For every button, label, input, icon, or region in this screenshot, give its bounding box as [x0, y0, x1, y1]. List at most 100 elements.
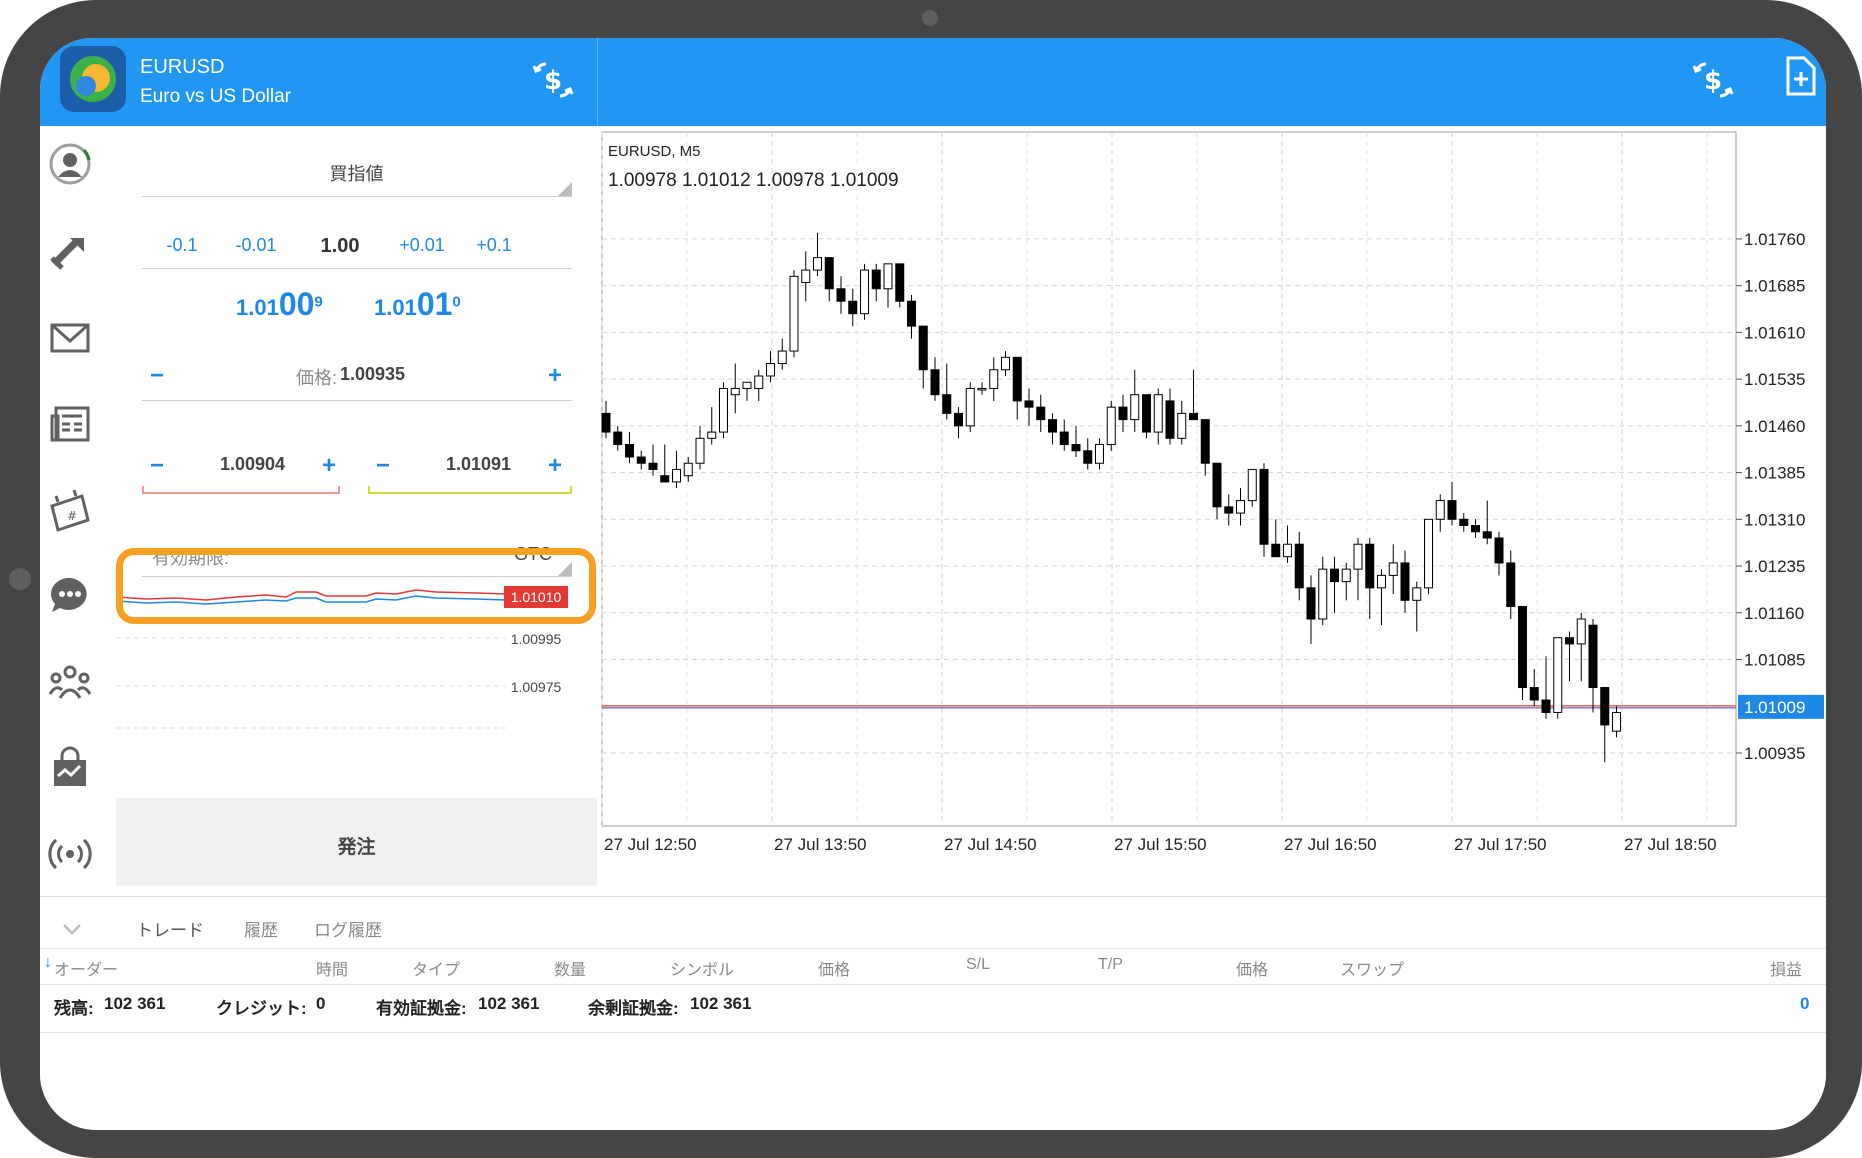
candle: [942, 394, 952, 414]
mail-icon[interactable]: [48, 316, 92, 360]
tab-log-history[interactable]: ログ履歴: [314, 916, 382, 941]
candle: [836, 288, 846, 302]
x-tick-label: 27 Jul 13:50: [774, 835, 867, 854]
candle: [1471, 525, 1480, 533]
candle: [1142, 394, 1151, 433]
tab-history[interactable]: 履歴: [244, 916, 278, 941]
candle: [1271, 543, 1281, 558]
candle: [1118, 406, 1128, 421]
candle: [695, 437, 705, 464]
candle: [1212, 462, 1222, 508]
tab-trade[interactable]: トレード: [136, 916, 204, 941]
order-type-select[interactable]: 買指値: [116, 160, 597, 186]
candle: [1412, 587, 1422, 601]
col-type[interactable]: タイプ: [412, 956, 460, 980]
y-tick-label: 1.01235: [1744, 557, 1805, 576]
sort-arrow-icon: ↓: [44, 954, 52, 971]
candle: [625, 444, 634, 458]
candle: [1612, 711, 1621, 732]
col-symbol[interactable]: シンボル: [670, 956, 734, 980]
candle: [965, 387, 975, 427]
calendar-icon[interactable]: #: [48, 488, 92, 532]
dollar-swap-icon[interactable]: $: [530, 60, 576, 100]
col-tp[interactable]: T/P: [1098, 956, 1123, 974]
candle: [1259, 468, 1269, 545]
y-tick-label: 1.01610: [1744, 323, 1805, 342]
candle: [1153, 394, 1163, 433]
candle: [1459, 518, 1469, 527]
candle: [989, 369, 999, 389]
col-sl[interactable]: S/L: [966, 956, 990, 974]
candle: [766, 363, 775, 377]
expiry-highlight: [116, 548, 596, 624]
candle: [1024, 400, 1034, 408]
col-time[interactable]: 時間: [316, 956, 348, 980]
x-tick-label: 27 Jul 14:50: [944, 835, 1037, 854]
volume-value[interactable]: 1.00: [321, 235, 360, 258]
candle: [1400, 562, 1410, 601]
candle: [1353, 543, 1363, 570]
free-margin-value: 102 361: [690, 994, 752, 1013]
sl-value[interactable]: 1.00904: [220, 454, 285, 475]
bid-prefix: 1.01: [236, 295, 279, 320]
credit-value: 0: [316, 994, 326, 1013]
candle: [1095, 444, 1104, 464]
candle: [1388, 562, 1398, 576]
terminal-panel: トレード 履歴 ログ履歴 オーダー 時間 タイプ 数量 シンボル 価格 S/L T/P 価格 スワ…: [40, 896, 1826, 1130]
x-tick-label: 27 Jul 12:50: [604, 835, 697, 854]
volume-step-button[interactable]: +0.1: [476, 235, 512, 256]
volume-step-button[interactable]: +0.01: [399, 235, 445, 256]
col-volume[interactable]: 数量: [554, 956, 586, 980]
submit-button[interactable]: 発注: [116, 832, 597, 859]
sl-plus-button[interactable]: +: [322, 452, 336, 480]
sl-minus-button[interactable]: −: [150, 452, 164, 480]
symbol-name[interactable]: EURUSD: [140, 56, 224, 79]
candle: [1200, 419, 1210, 464]
candle: [742, 381, 752, 389]
new-document-icon[interactable]: [1780, 54, 1820, 98]
col-profit[interactable]: 損益: [1770, 956, 1802, 980]
chevron-down-icon[interactable]: [62, 922, 82, 936]
tp-minus-button[interactable]: −: [376, 452, 390, 480]
bid-price: 1.01009: [236, 286, 323, 323]
col-order[interactable]: オーダー: [54, 956, 118, 980]
candle: [883, 263, 893, 290]
community-icon[interactable]: [48, 660, 92, 704]
y-tick-label: 1.01760: [1744, 230, 1805, 249]
candle: [683, 462, 693, 477]
tp-value[interactable]: 1.01091: [446, 454, 511, 475]
tp-plus-button[interactable]: +: [548, 452, 562, 480]
col-price[interactable]: 価格: [818, 956, 850, 980]
news-icon[interactable]: [48, 402, 92, 446]
candle: [1341, 568, 1351, 583]
candle: [1318, 568, 1328, 620]
candle: [1059, 431, 1069, 446]
dollar-swap-icon[interactable]: $: [1690, 60, 1736, 100]
signal-icon[interactable]: [48, 832, 92, 876]
price-plus-button[interactable]: +: [548, 362, 562, 390]
volume-step-button[interactable]: -0.1: [166, 235, 197, 256]
col-price-current[interactable]: 価格: [1236, 956, 1268, 980]
candle: [1130, 394, 1140, 421]
candle: [1600, 687, 1610, 726]
candle: [754, 375, 764, 389]
y-tick-label: 1.01385: [1744, 464, 1805, 483]
price-value[interactable]: 1.00935: [340, 364, 405, 385]
trade-arrows-icon[interactable]: [48, 230, 92, 274]
sl-underline: [142, 486, 340, 494]
volume-step-button[interactable]: -0.01: [235, 235, 276, 256]
metatrader-icon[interactable]: [60, 46, 126, 112]
candle: [1177, 412, 1187, 439]
account-icon[interactable]: [48, 142, 92, 186]
price-minus-button[interactable]: −: [150, 362, 164, 390]
candle: [1283, 543, 1292, 558]
price-chart: 1.01760 1.01685 1.01610 1.01535 1.01460 1.013…: [600, 126, 1826, 896]
chat-icon[interactable]: [48, 574, 92, 618]
ask-fraction: 0: [452, 293, 461, 311]
candle: [1165, 400, 1175, 439]
market-icon[interactable]: [48, 746, 92, 790]
candle: [860, 269, 869, 315]
candle: [848, 300, 858, 315]
order-panel: 買指値 -0.1 -0.01 1.00 +0.01 +0.1 1.01009 1.010…: [116, 126, 597, 886]
col-swap[interactable]: スワップ: [1340, 956, 1404, 980]
